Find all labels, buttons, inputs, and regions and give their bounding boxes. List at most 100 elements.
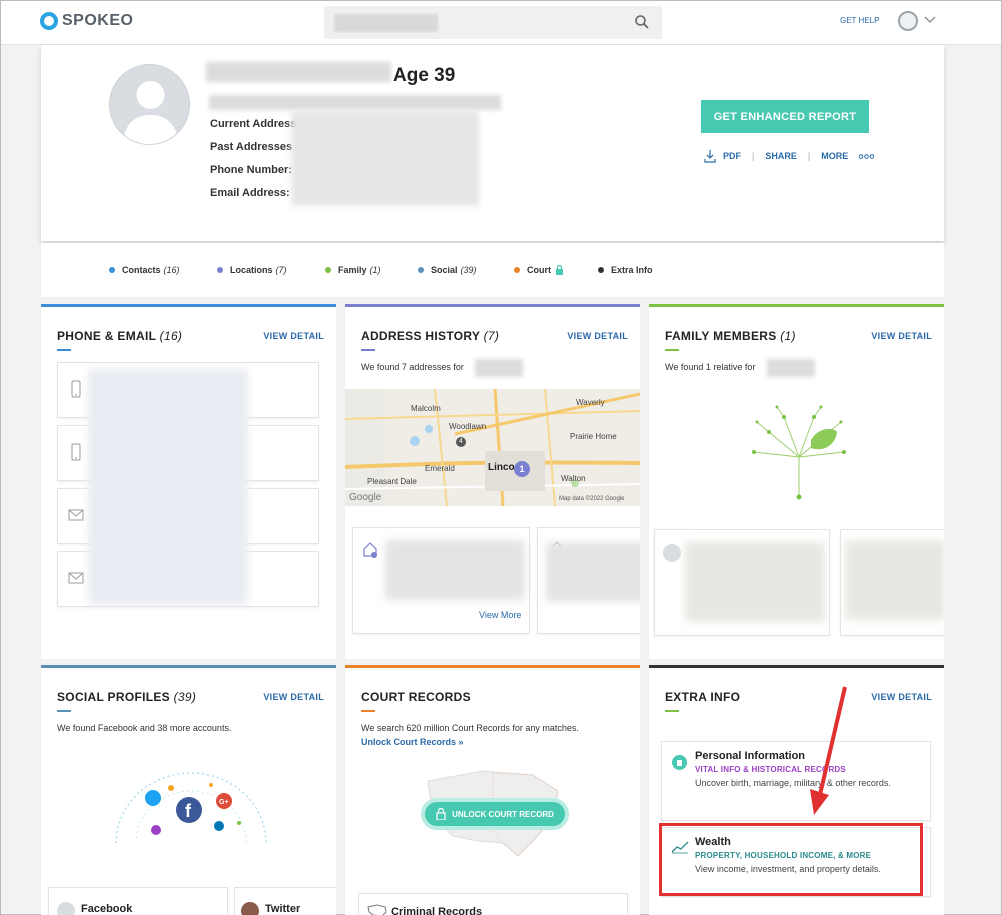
view-detail-link[interactable]: VIEW DETAIL xyxy=(263,331,324,341)
redacted-address xyxy=(546,542,640,602)
redacted-name xyxy=(767,359,815,377)
get-enhanced-report-button[interactable]: GET ENHANCED REPORT xyxy=(701,100,869,133)
lock-icon xyxy=(556,265,563,275)
card-title: EXTRA INFO xyxy=(665,690,741,704)
address-item[interactable]: View More xyxy=(352,527,530,634)
unlock-court-record-button[interactable]: UNLOCK COURT RECORD xyxy=(421,798,569,830)
relative-item[interactable] xyxy=(654,529,830,636)
category-locations[interactable]: Locations (7) xyxy=(217,265,287,275)
profile-photo xyxy=(109,64,190,145)
relative-item[interactable] xyxy=(840,529,944,636)
redacted-relative xyxy=(845,540,944,620)
category-extra-info[interactable]: Extra Info xyxy=(598,265,653,275)
download-icon[interactable] xyxy=(703,149,717,163)
map-label: Linco xyxy=(488,462,515,473)
redacted-contact-details xyxy=(291,111,479,206)
category-label: Locations xyxy=(230,265,273,275)
category-contacts[interactable]: Contacts (16) xyxy=(109,265,180,275)
social-profile-twitter[interactable]: Twitter xyxy=(234,887,336,915)
pdf-link[interactable]: PDF xyxy=(723,151,741,161)
family-tree-icon xyxy=(752,405,846,500)
top-bar: SPOKEO GET HELP xyxy=(1,1,1001,45)
map-marker-small[interactable]: 4 xyxy=(456,437,466,447)
email-address-label: Email Address: xyxy=(210,187,290,199)
category-family[interactable]: Family (1) xyxy=(325,265,381,275)
get-help-link[interactable]: GET HELP xyxy=(840,16,879,25)
address-count-text: We found 7 addresses for xyxy=(361,362,464,372)
social-profiles-card: SOCIAL PROFILES (39) VIEW DETAIL We foun… xyxy=(41,665,336,915)
chevron-down-icon[interactable] xyxy=(923,14,937,24)
card-title: COURT RECORDS xyxy=(361,690,471,704)
house-icon xyxy=(363,542,377,558)
title-underline xyxy=(665,349,679,351)
court-dot xyxy=(514,267,520,273)
view-more-link[interactable]: View More xyxy=(479,610,521,620)
map-label: Pleasant Dale xyxy=(367,477,417,486)
lock-icon xyxy=(436,808,446,820)
unlock-court-records-link[interactable]: Unlock Court Records » xyxy=(361,737,464,747)
profile-label: Twitter xyxy=(265,903,301,915)
item-description: Uncover birth, marriage, military, & oth… xyxy=(695,778,891,788)
court-records-card: COURT RECORDS We search 620 million Cour… xyxy=(345,665,640,915)
title-underline xyxy=(361,710,375,712)
category-count: (16) xyxy=(163,265,180,275)
personal-information-item[interactable]: Personal Information VITAL INFO & HISTOR… xyxy=(661,741,931,821)
phone-icon xyxy=(71,443,81,461)
search-input[interactable] xyxy=(334,14,438,32)
address-map[interactable]: Malcolm Waverly Woodlawn Prairie Home Em… xyxy=(345,389,640,506)
category-court[interactable]: Court xyxy=(514,265,564,275)
twitter-icon xyxy=(145,790,161,806)
highlight-box xyxy=(659,823,923,896)
social-count-text: We found Facebook and 38 more accounts. xyxy=(57,723,232,733)
google-logo: Google xyxy=(349,492,382,503)
relative-count-text: We found 1 relative for xyxy=(665,362,756,372)
linkedin-icon xyxy=(214,821,224,831)
family-members-card: FAMILY MEMBERS (1) VIEW DETAIL We found … xyxy=(649,304,944,659)
social-profile-facebook[interactable]: Facebook xyxy=(48,887,228,915)
view-detail-link[interactable]: VIEW DETAIL xyxy=(263,692,324,702)
view-detail-link[interactable]: VIEW DETAIL xyxy=(871,331,932,341)
svg-text:f: f xyxy=(185,801,192,821)
map-label: Emerald xyxy=(425,464,455,473)
category-count: (39) xyxy=(460,265,477,275)
redacted-name xyxy=(475,359,523,377)
map-marker[interactable]: 1 xyxy=(514,461,530,477)
report-actions: PDF | SHARE | MORE xyxy=(703,149,875,163)
address-item[interactable] xyxy=(537,527,640,634)
family-dot xyxy=(325,267,331,273)
title-underline xyxy=(57,710,71,712)
search-box[interactable] xyxy=(324,6,662,39)
card-title: SOCIAL PROFILES (39) xyxy=(57,690,197,704)
view-detail-link[interactable]: VIEW DETAIL xyxy=(567,331,628,341)
category-nav: Contacts (16) Locations (7) Family (1) S… xyxy=(41,243,944,297)
personal-info-icon xyxy=(672,755,687,770)
category-label: Social xyxy=(431,265,458,275)
map-attribution: Map data ©2022 Google xyxy=(559,496,625,502)
share-link[interactable]: SHARE xyxy=(765,151,797,161)
more-dots-icon[interactable] xyxy=(859,153,875,159)
category-social[interactable]: Social (39) xyxy=(418,265,477,275)
criminal-records-item[interactable]: Criminal Records xyxy=(358,893,628,915)
logo-icon xyxy=(40,12,58,30)
redacted-aka xyxy=(209,95,501,110)
criminal-records-label: Criminal Records xyxy=(391,906,483,915)
us-map-icon xyxy=(367,904,387,915)
more-link[interactable]: MORE xyxy=(821,151,848,161)
person-silhouette-icon xyxy=(122,81,179,144)
category-label: Contacts xyxy=(122,265,161,275)
view-detail-link[interactable]: VIEW DETAIL xyxy=(871,692,932,702)
phone-number-label: Phone Number: xyxy=(210,164,292,176)
envelope-icon xyxy=(68,509,84,521)
social-dot xyxy=(418,267,424,273)
map-label: Malcolm xyxy=(411,404,441,413)
profile-label: Facebook xyxy=(81,903,133,915)
spokeo-logo[interactable]: SPOKEO xyxy=(40,12,133,30)
user-avatar[interactable] xyxy=(898,11,918,31)
contacts-dot xyxy=(109,267,115,273)
category-label: Family xyxy=(338,265,367,275)
redacted-address xyxy=(385,540,525,600)
past-addresses-label: Past Addresses xyxy=(210,141,293,153)
search-icon[interactable] xyxy=(634,14,650,30)
redacted-relative xyxy=(685,542,825,622)
phone-icon xyxy=(71,380,81,398)
